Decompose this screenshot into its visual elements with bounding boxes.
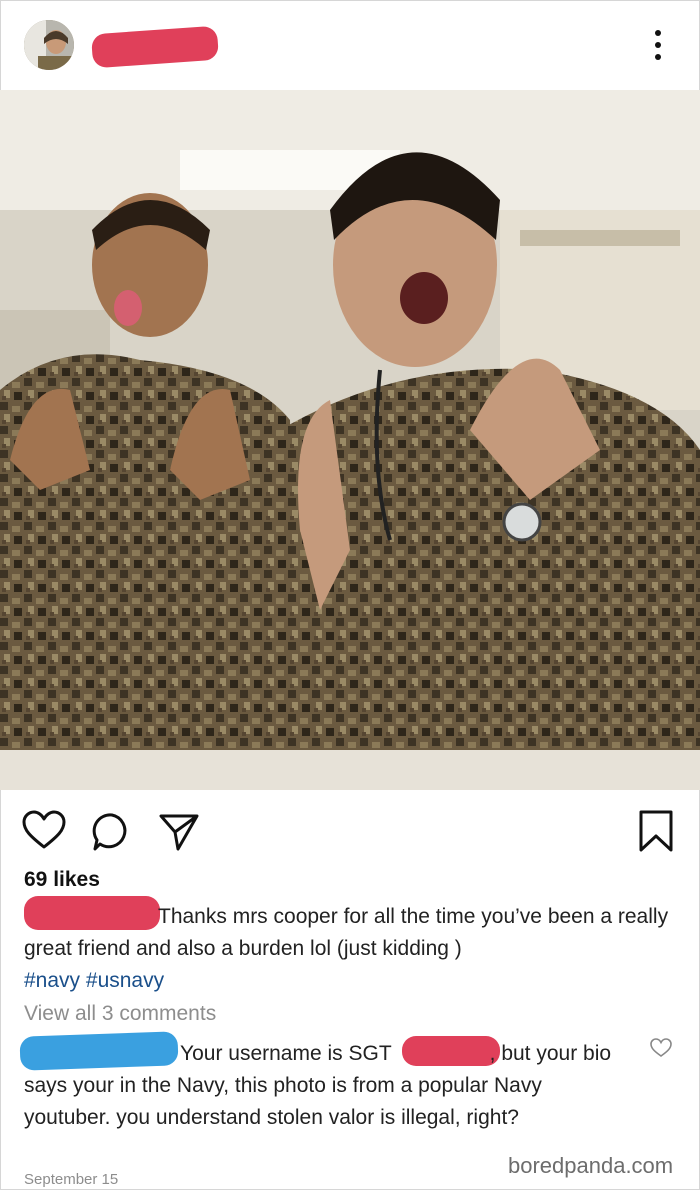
comment-bubble-icon[interactable]	[92, 812, 132, 857]
watermark: boredpanda.com	[508, 1153, 674, 1178]
post-date: September 15	[24, 1171, 119, 1188]
heart-icon[interactable]	[22, 810, 66, 855]
hashtag-navy[interactable]: #navy	[24, 969, 80, 992]
like-count[interactable]: 69 likes	[24, 868, 100, 892]
action-bar	[0, 800, 700, 860]
redacted-username	[90, 25, 220, 69]
comment: Your username is SGT, but your bio says …	[24, 1038, 634, 1134]
post-caption: Thanks mrs cooper for all the time you’v…	[24, 901, 674, 997]
hashtag-usnavy[interactable]: #usnavy	[86, 969, 164, 992]
heart-outline-icon[interactable]	[650, 1038, 672, 1058]
avatar[interactable]	[24, 20, 74, 70]
more-options-icon[interactable]	[648, 28, 668, 62]
paper-plane-icon[interactable]	[158, 812, 200, 857]
view-all-comments-link[interactable]: View all 3 comments	[24, 1002, 216, 1026]
post-photo	[0, 90, 700, 790]
comment-text-start: Your username is SGT	[180, 1042, 392, 1065]
bookmark-icon[interactable]	[638, 810, 674, 857]
caption-text: Thanks mrs cooper for all the time you’v…	[24, 905, 669, 960]
post-header	[0, 0, 700, 90]
